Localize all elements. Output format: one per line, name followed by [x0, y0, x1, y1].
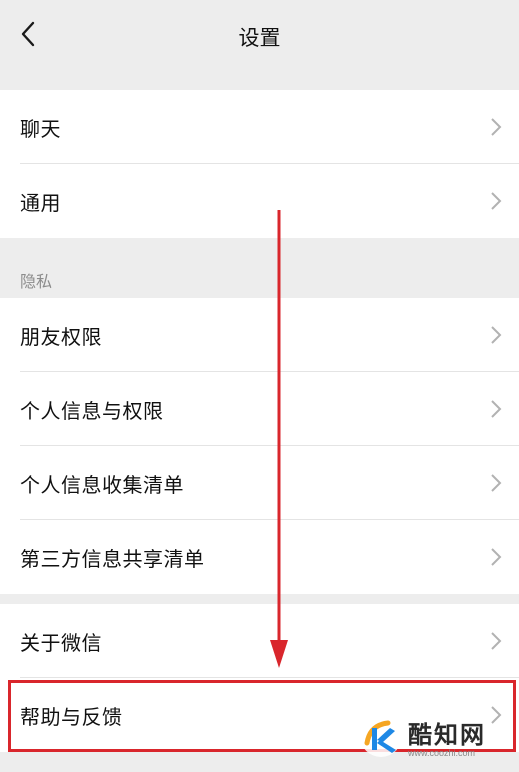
chevron-right-icon [491, 632, 502, 650]
settings-group-general: 聊天 通用 [0, 90, 519, 238]
settings-screen: 设置 聊天 通用 隐私 朋友权限 个人信息与权限 个人信息收集清单 第三方信息共… [0, 0, 519, 772]
chevron-right-icon [491, 192, 502, 210]
chevron-right-icon [491, 326, 502, 344]
settings-item-label: 个人信息与权限 [20, 398, 164, 423]
settings-item-label: 帮助与反馈 [20, 704, 123, 729]
section-header-privacy: 隐私 [0, 238, 519, 298]
watermark: 酷知网 www.coozhi.com [358, 706, 518, 766]
settings-item-label: 第三方信息共享清单 [20, 546, 205, 571]
page-title: 设置 [238, 26, 281, 50]
settings-item-info-collection-list[interactable]: 个人信息收集清单 [0, 446, 519, 520]
watermark-url: www.coozhi.com [408, 747, 476, 758]
settings-item-personal-info-permissions[interactable]: 个人信息与权限 [0, 372, 519, 446]
settings-item-label: 通用 [20, 190, 61, 215]
settings-item-general[interactable]: 通用 [0, 164, 519, 238]
chevron-right-icon [491, 118, 502, 136]
settings-item-friend-permissions[interactable]: 朋友权限 [0, 298, 519, 372]
chevron-right-icon [491, 400, 502, 418]
coozhi-logo-icon [360, 715, 402, 757]
settings-item-label: 个人信息收集清单 [20, 472, 184, 497]
section-header-label: 隐私 [20, 272, 53, 291]
settings-item-label: 聊天 [20, 116, 61, 141]
settings-item-label: 关于微信 [20, 630, 102, 655]
chevron-right-icon [491, 474, 502, 492]
chevron-right-icon [491, 548, 502, 566]
settings-group-privacy: 朋友权限 个人信息与权限 个人信息收集清单 第三方信息共享清单 [0, 298, 519, 594]
watermark-name: 酷知网 [408, 720, 486, 749]
settings-item-third-party-sharing-list[interactable]: 第三方信息共享清单 [0, 520, 519, 594]
nav-bar: 设置 [0, 0, 519, 68]
settings-item-chat[interactable]: 聊天 [0, 90, 519, 164]
settings-item-about-wechat[interactable]: 关于微信 [0, 604, 519, 678]
settings-item-label: 朋友权限 [20, 324, 102, 349]
